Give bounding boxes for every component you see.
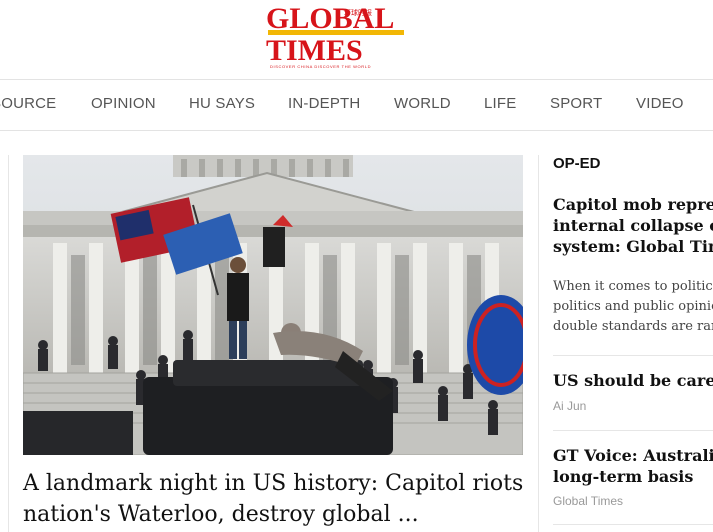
logo-word-times: TIMES xyxy=(266,34,363,67)
logo-gold-band xyxy=(268,30,404,35)
lead-summary-line-1: When it comes to politics, t xyxy=(553,279,713,294)
column-divider xyxy=(538,155,539,532)
nav-item-source[interactable]: SOURCE xyxy=(0,95,56,112)
lead-summary-line-3: double standards are rampa xyxy=(553,319,713,334)
featured-headline-line-2: nation's Waterloo, destroy global ... xyxy=(23,502,419,527)
article-separator xyxy=(553,524,713,525)
lead-article-title[interactable]: Capitol mob represen internal collapse o… xyxy=(553,194,713,257)
nav-item-world[interactable]: WORLD xyxy=(394,95,451,112)
article-byline-global-times[interactable]: Global Times xyxy=(553,494,623,508)
nav-item-life[interactable]: LIFE xyxy=(484,95,516,112)
lead-title-line-2: internal collapse of U xyxy=(553,216,713,235)
nav-item-opinion[interactable]: OPINION xyxy=(91,95,156,112)
lead-title-line-3: system: Global Times xyxy=(553,237,713,256)
article-title-line: long-term basis xyxy=(553,467,694,486)
nav-item-sport[interactable]: SPORT xyxy=(550,95,602,112)
nav-item-in-depth[interactable]: IN-DEPTH xyxy=(288,95,360,112)
left-column-rule xyxy=(8,155,9,532)
nav-item-video[interactable]: VIDEO xyxy=(636,95,684,112)
lead-article-summary: When it comes to politics, t politics an… xyxy=(553,277,713,337)
main-navigation: SOURCE OPINION HU SAYS IN-DEPTH WORLD LI… xyxy=(0,79,713,131)
article-separator xyxy=(553,355,713,356)
nav-item-hu-says[interactable]: HU SAYS xyxy=(189,95,255,112)
lead-title-line-1: Capitol mob represen xyxy=(553,195,713,214)
article-title-line: GT Voice: Australia t xyxy=(553,446,713,465)
featured-headline-line-1: A landmark night in US history: Capitol … xyxy=(23,471,524,496)
logo-tagline: DISCOVER CHINA DISCOVER THE WORLD xyxy=(270,64,372,69)
article-title-line: US should be careful xyxy=(553,371,713,390)
global-times-logo[interactable]: GLOBAL 环球时报 TIMES DISCOVER CHINA DISCOVE… xyxy=(266,4,408,70)
featured-story-image[interactable] xyxy=(23,155,523,455)
lead-summary-line-2: politics and public opinion xyxy=(553,299,713,314)
logo-chinese-text: 环球时报 xyxy=(344,9,372,17)
article-separator xyxy=(553,430,713,431)
article-title-gt-voice[interactable]: GT Voice: Australia t long-term basis xyxy=(553,445,713,487)
featured-headline[interactable]: A landmark night in US history: Capitol … xyxy=(23,468,523,530)
article-title-us-careful[interactable]: US should be careful xyxy=(553,370,713,391)
op-ed-section-label: OP-ED xyxy=(553,155,601,172)
site-header: GLOBAL 环球时报 TIMES DISCOVER CHINA DISCOVE… xyxy=(0,0,713,78)
article-byline-ai-jun[interactable]: Ai Jun xyxy=(553,399,586,413)
